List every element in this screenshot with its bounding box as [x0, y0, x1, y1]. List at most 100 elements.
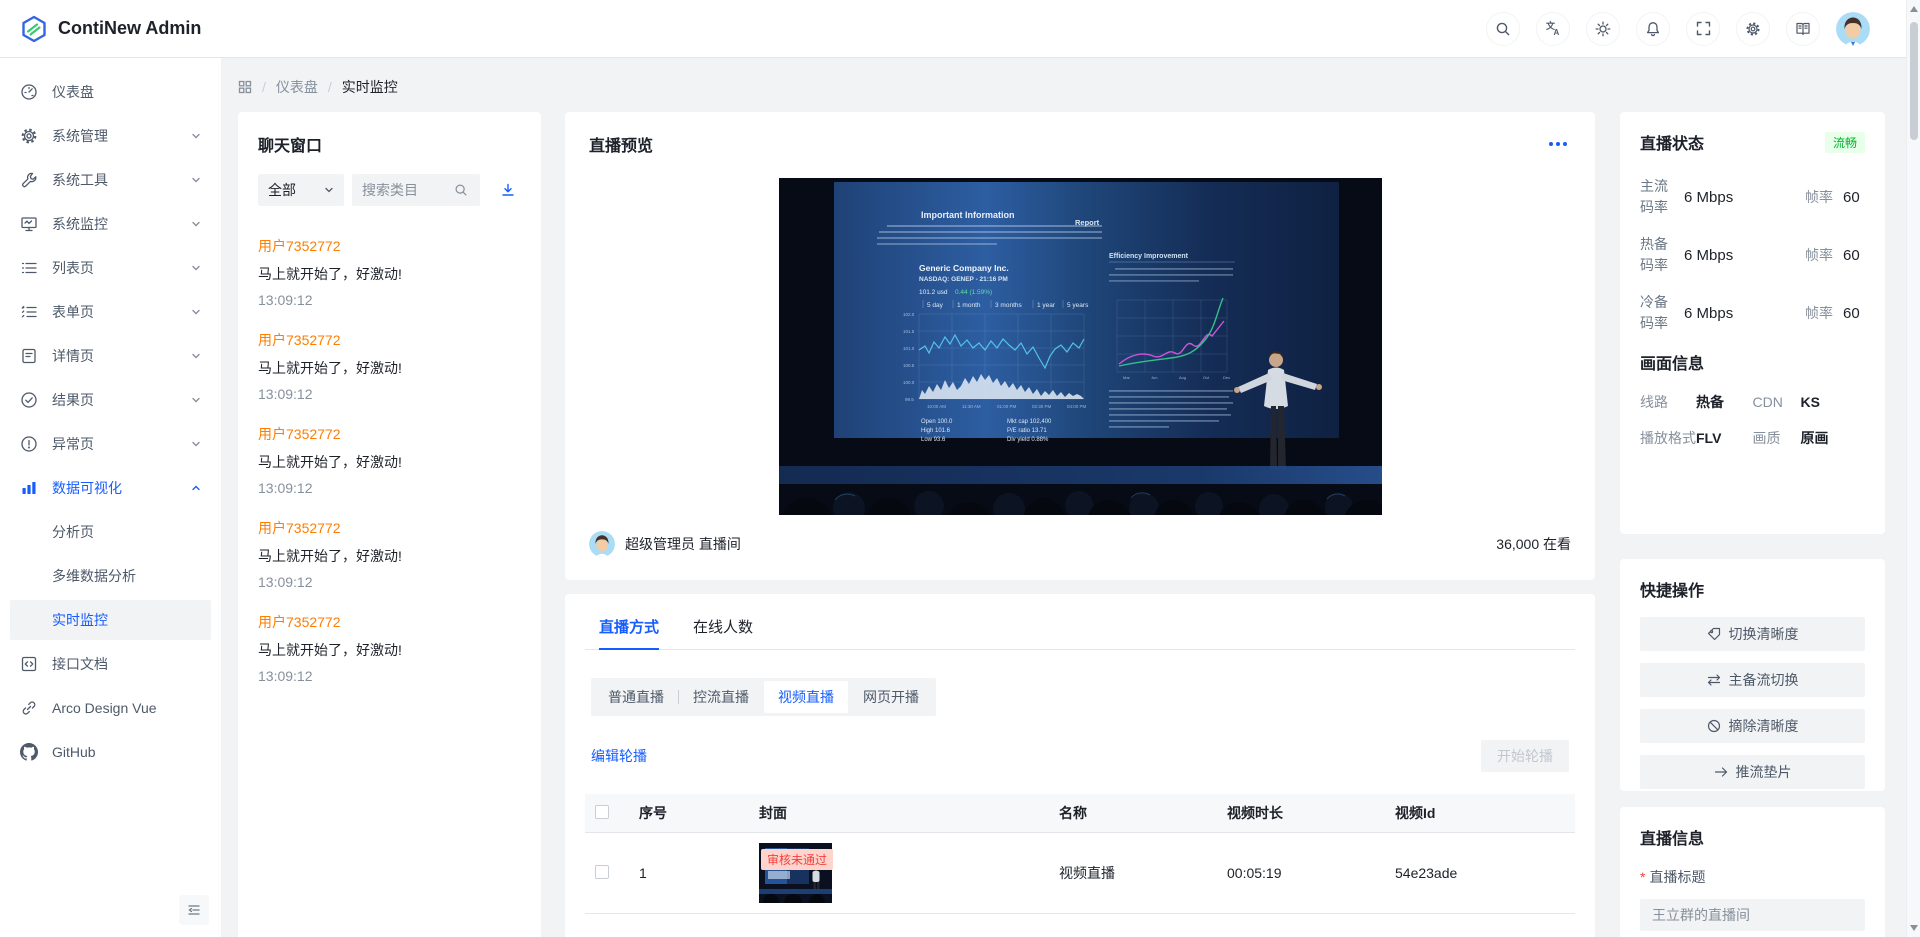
- menu-fold-icon: [187, 903, 201, 917]
- video-cover-thumbnail: 审核未通过: [759, 843, 834, 903]
- chevron-down-icon: [191, 395, 201, 405]
- chat-time: 13:09:12: [258, 480, 313, 496]
- chevron-up-icon: [191, 483, 201, 493]
- quick-actions-title: 快捷操作: [1640, 583, 1705, 600]
- push-pad-button[interactable]: 推流垫片: [1640, 755, 1865, 789]
- fps-value: 60: [1843, 304, 1860, 322]
- right-column: 直播状态 流畅 主流码率 6 Mbps 帧率 60 热备码率 6 Mbps 帧率…: [1620, 112, 1885, 937]
- search-button[interactable]: [1486, 11, 1520, 46]
- sidebar-collapse-button[interactable]: [179, 895, 209, 925]
- row-checkbox[interactable]: [595, 864, 609, 879]
- user-avatar[interactable]: [1836, 11, 1870, 46]
- sidebar-item-multidim-analysis[interactable]: 多维数据分析: [10, 556, 211, 596]
- svg-text:1 month: 1 month: [957, 302, 981, 309]
- chat-username: 用户7352772: [258, 426, 341, 442]
- link-icon: [20, 699, 38, 717]
- sidebar-item-detail-pages[interactable]: 详情页: [10, 336, 211, 376]
- start-carousel-button[interactable]: 开始轮播: [1481, 740, 1569, 772]
- chat-filter-value: 全部: [268, 182, 296, 198]
- more-icon[interactable]: [1545, 138, 1571, 150]
- svg-text:1 year: 1 year: [1037, 302, 1056, 309]
- col-header-cover: 封面: [749, 794, 1049, 833]
- live-status-panel: 直播状态 流畅 主流码率 6 Mbps 帧率 60 热备码率 6 Mbps 帧率…: [1620, 112, 1885, 534]
- sidebar-item-exception-pages[interactable]: 异常页: [10, 424, 211, 464]
- fullscreen-button[interactable]: [1686, 11, 1720, 46]
- svg-text:99.5: 99.5: [905, 397, 914, 402]
- apps-grid-icon[interactable]: [238, 80, 252, 94]
- sidebar-item-data-visualization[interactable]: 数据可视化: [10, 468, 211, 508]
- viewer-count: 36,000 在看: [1496, 536, 1571, 552]
- notifications-button[interactable]: [1636, 11, 1670, 46]
- sidebar-item-realtime-monitor[interactable]: 实时监控: [10, 600, 211, 640]
- col-header-video-id: 视频Id: [1385, 794, 1575, 833]
- scroll-up-arrow[interactable]: [1910, 6, 1918, 12]
- wrench-icon: [20, 171, 38, 189]
- select-all-checkbox[interactable]: [595, 804, 609, 819]
- svg-text:Mkt cap 102,400: Mkt cap 102,400: [1007, 419, 1052, 425]
- chat-username: 用户7352772: [258, 238, 341, 254]
- chevron-down-icon: [191, 219, 201, 229]
- sidebar-item-label: 实时监控: [52, 612, 108, 628]
- list-icon: [20, 259, 38, 277]
- fps-label: 帧率: [1805, 247, 1833, 263]
- chevron-down-icon: [324, 185, 334, 195]
- chat-search-input[interactable]: [362, 182, 448, 198]
- sidebar-item-system-monitor[interactable]: 系统监控: [10, 204, 211, 244]
- chat-text: 马上就开始了，好激动!: [258, 266, 402, 282]
- svg-text:101.2 usd: 101.2 usd: [919, 289, 948, 296]
- table-row[interactable]: 1 审核未通过 视频直播 00:05:19 54e23ade: [585, 832, 1575, 914]
- sidebar-item-arco-design-vue[interactable]: Arco Design Vue: [10, 688, 211, 728]
- swap-stream-button[interactable]: 主备流切换: [1640, 663, 1865, 697]
- stream-row-cold-backup: 冷备码率 6 Mbps 帧率 60: [1640, 292, 1865, 334]
- tab-live-mode[interactable]: 直播方式: [599, 610, 660, 650]
- edit-carousel-link[interactable]: 编辑轮播: [591, 746, 647, 766]
- docs-button[interactable]: [1786, 11, 1820, 46]
- search-icon: [1495, 21, 1511, 37]
- required-asterisk: *: [1640, 869, 1646, 885]
- mode-video-live[interactable]: 视频直播: [764, 681, 848, 713]
- tab-online-count[interactable]: 在线人数: [693, 610, 753, 649]
- page-scrollbar[interactable]: [1906, 0, 1920, 937]
- sidebar-item-system-tools[interactable]: 系统工具: [10, 160, 211, 200]
- chevron-down-icon: [191, 263, 201, 273]
- chat-username: 用户7352772: [258, 520, 341, 536]
- scroll-down-arrow[interactable]: [1910, 925, 1918, 931]
- breadcrumb: / 仪表盘 / 实时监控: [238, 72, 1904, 102]
- quick-actions-panel: 快捷操作 切换清晰度 主备流切换 摘除清晰度 推流垫片: [1620, 559, 1885, 791]
- chat-download-button[interactable]: [500, 182, 516, 198]
- sidebar-item-analysis-page[interactable]: 分析页: [10, 512, 211, 552]
- remove-quality-button[interactable]: 摘除清晰度: [1640, 709, 1865, 743]
- stream-row-hot-backup: 热备码率 6 Mbps 帧率 60: [1640, 234, 1865, 276]
- switch-quality-button[interactable]: 切换清晰度: [1640, 617, 1865, 651]
- sidebar-item-form-pages[interactable]: 表单页: [10, 292, 211, 332]
- scrollbar-thumb[interactable]: [1910, 22, 1918, 140]
- sidebar-item-dashboard[interactable]: 仪表盘: [10, 72, 211, 112]
- sidebar-item-result-pages[interactable]: 结果页: [10, 380, 211, 420]
- sidebar-item-github[interactable]: GitHub: [10, 732, 211, 772]
- chat-title: 聊天窗口: [258, 138, 323, 155]
- chat-text: 马上就开始了，好激动!: [258, 360, 402, 376]
- svg-text:101.5: 101.5: [903, 329, 915, 334]
- sidebar-item-label: 系统管理: [52, 128, 108, 144]
- gear-icon: [1745, 21, 1761, 37]
- sidebar-item-api-docs[interactable]: 接口文档: [10, 644, 211, 684]
- sidebar-item-label: 接口文档: [52, 656, 108, 672]
- app-logo[interactable]: ContiNew Admin: [20, 15, 201, 43]
- translate-button[interactable]: 文 A: [1536, 11, 1570, 46]
- chevron-down-icon: [191, 307, 201, 317]
- mode-flow-live[interactable]: 控流直播: [679, 681, 763, 713]
- settings-button[interactable]: [1736, 11, 1770, 46]
- theme-button[interactable]: [1586, 11, 1620, 46]
- sidebar-item-system-management[interactable]: 系统管理: [10, 116, 211, 156]
- tab-bar: 直播方式 在线人数: [585, 610, 1575, 650]
- sidebar-item-list-pages[interactable]: 列表页: [10, 248, 211, 288]
- live-title-input[interactable]: [1640, 899, 1865, 931]
- sun-icon: [1595, 21, 1611, 37]
- stream-label: 热备码率: [1640, 236, 1668, 273]
- mode-web-live[interactable]: 网页开播: [849, 681, 933, 713]
- form-icon: [20, 303, 38, 321]
- mode-normal-live[interactable]: 普通直播: [594, 681, 678, 713]
- chat-filter-select[interactable]: 全部: [258, 174, 344, 206]
- breadcrumb-item-dashboard[interactable]: 仪表盘: [276, 77, 318, 97]
- live-video-player[interactable]: Important Information Generic Company In…: [778, 178, 1382, 515]
